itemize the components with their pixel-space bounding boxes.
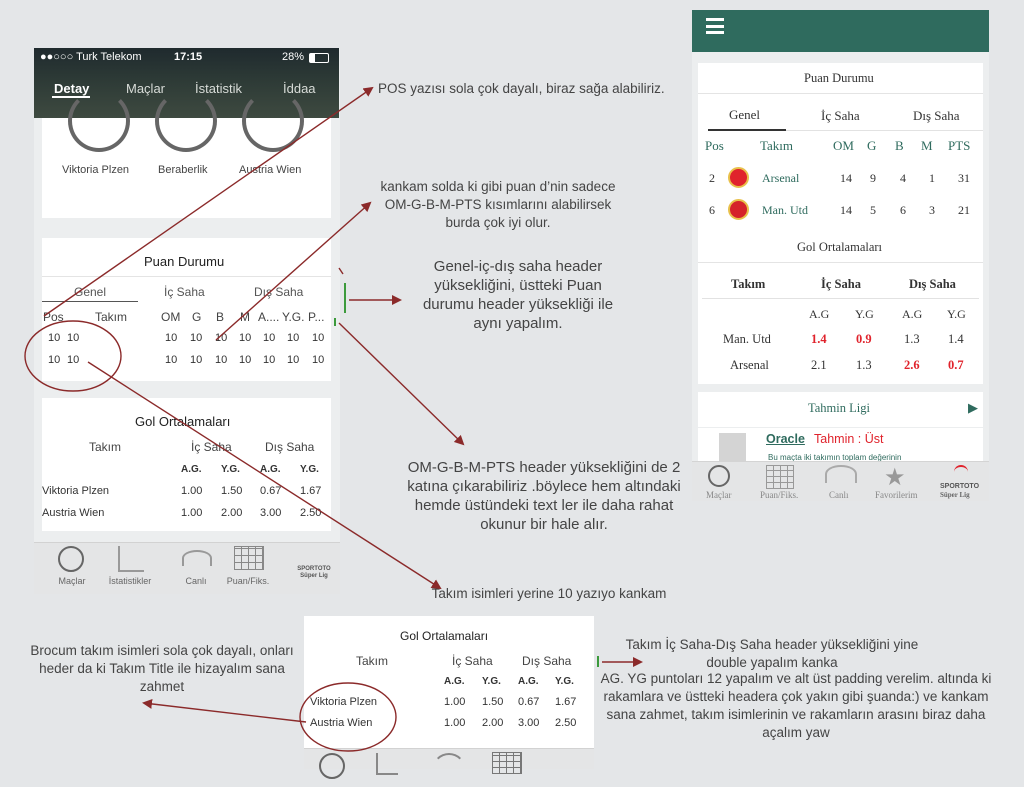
circle-team-values — [24, 320, 122, 392]
circle-crop-teams — [299, 682, 397, 752]
annotation-layer — [24, 86, 643, 752]
arrow-pos — [43, 86, 374, 317]
arrow-om-header — [338, 322, 465, 446]
arrow-team-names — [87, 361, 442, 590]
arrow-puan-columns — [215, 201, 372, 341]
arrow-align-left — [142, 698, 307, 723]
